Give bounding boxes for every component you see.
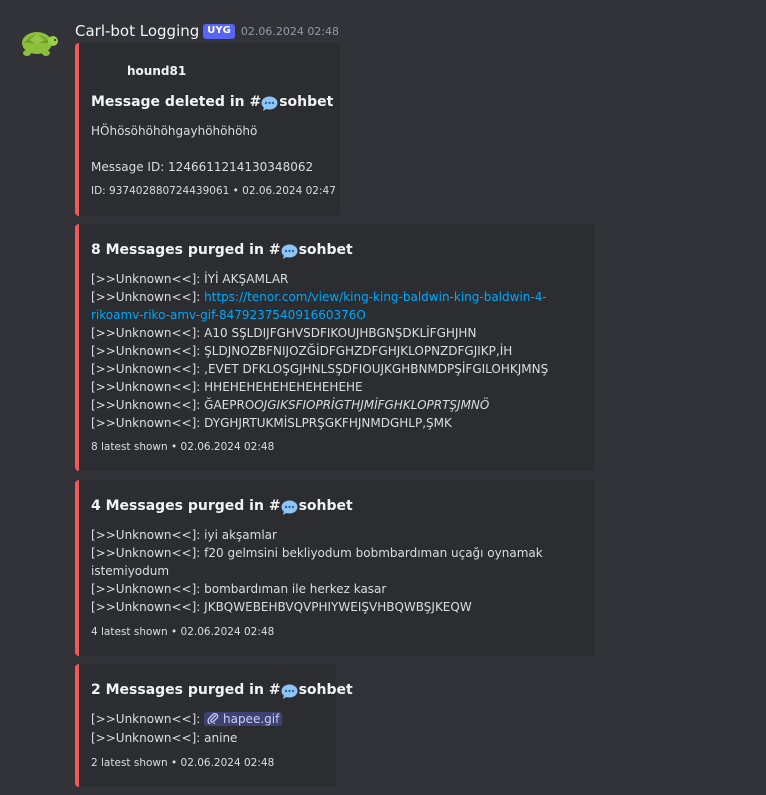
channel-name[interactable]: sohbet	[299, 682, 353, 698]
embed-purged-2: 2 Messages purged in # sohbet [>>Unknown…	[75, 664, 353, 787]
list-item: [>>Unknown<<]: f20 gelmsini bekliyodum b…	[91, 546, 543, 560]
speech-bubble-icon	[281, 500, 298, 515]
author-name[interactable]: Carl-bot Logging	[75, 22, 199, 40]
list-item: [>>Unknown<<]: bombardıman ile herkez ka…	[91, 582, 387, 596]
list-item: [>>Unknown<<]: HHEHEHEHEHEHEHEHEHE	[91, 380, 363, 394]
paperclip-icon	[207, 711, 219, 726]
speech-bubble-icon	[261, 96, 278, 111]
bot-avatar-turtle-icon[interactable]	[16, 24, 60, 60]
embed-purged-4: 4 Messages purged in # sohbet [>>Unknown…	[75, 480, 595, 656]
purged-message-list: [>>Unknown<<]: iyi akşamlar [>>Unknown<<…	[91, 526, 543, 616]
list-item: [>>Unknown<<]: ŞLDJNOZBFNIJOZĞİDFGHZDFGH…	[91, 344, 513, 358]
app-tag-badge: UYG	[203, 23, 235, 39]
list-item: [>>Unknown<<]: ĞAEPROOJGIKSFIOPRİGTHJMİF…	[91, 398, 490, 412]
list-item: [>>Unknown<<]: iyi akşamlar	[91, 528, 277, 542]
embed-title: 2 Messages purged in # sohbet	[91, 682, 353, 699]
message-timestamp[interactable]: 02.06.2024 02:48	[241, 25, 339, 38]
embed-purged-8: 8 Messages purged in # sohbet [>>Unknown…	[75, 224, 595, 471]
purged-message-list: [>>Unknown<<]: hapee.gif [>>Unknown<<]: …	[91, 710, 283, 747]
channel-name[interactable]: sohbet	[279, 94, 333, 110]
embed-message-deleted: hound81 Message deleted in # sohbet HÖhö…	[75, 43, 340, 216]
embed-footer: 2 latest shown • 02.06.2024 02:48	[91, 757, 275, 769]
embed-author[interactable]: hound81	[127, 64, 186, 78]
deleted-message-content: HÖhösöhöhöhgayhöhöhöhö	[91, 124, 258, 138]
channel-name[interactable]: sohbet	[299, 498, 353, 514]
embed-title: 8 Messages purged in # sohbet	[91, 242, 353, 259]
channel-name[interactable]: sohbet	[299, 242, 353, 258]
message-header: Carl-bot Logging UYG 02.06.2024 02:48	[75, 21, 339, 41]
embed-title: 4 Messages purged in # sohbet	[91, 498, 353, 515]
list-item-continued: rikoamv-riko-amv-gif-847923754091660376О	[91, 306, 548, 324]
attachment-link[interactable]: hapee.gif	[204, 711, 283, 726]
embed-footer: 8 latest shown • 02.06.2024 02:48	[91, 441, 275, 453]
list-item: [>>Unknown<<]: anine	[91, 731, 238, 745]
list-item: [>>Unknown<<]: DYGHJRTUKMİSLPRŞGKFHJNMDG…	[91, 416, 452, 430]
message-id: Message ID: 1246611214130348062	[91, 160, 314, 174]
list-item-continued: istemiyodum	[91, 564, 170, 578]
list-item: [>>Unknown<<]: https://tenor.com/view/ki…	[91, 290, 547, 304]
embed-footer: 4 latest shown • 02.06.2024 02:48	[91, 626, 275, 638]
embed-title: Message deleted in # sohbet	[91, 94, 334, 111]
speech-bubble-icon	[281, 244, 298, 259]
tenor-link[interactable]: https://tenor.com/view/king-king-baldwin…	[204, 290, 547, 304]
list-item: [>>Unknown<<]: ,EVET DFKLOŞGJHNLSŞDFIOUJ…	[91, 362, 549, 376]
speech-bubble-icon	[281, 684, 298, 699]
list-item: [>>Unknown<<]: İYİ AKŞAMLAR	[91, 272, 289, 286]
list-item: [>>Unknown<<]: A10 SŞLDIJFGHVSDFIKOUJHBG…	[91, 326, 477, 340]
embed-footer: ID: 937402880724439061 • 02.06.2024 02:4…	[91, 185, 336, 197]
purged-message-list: [>>Unknown<<]: İYİ AKŞAMLAR [>>Unknown<<…	[91, 270, 548, 432]
list-item: [>>Unknown<<]: hapee.gif	[91, 710, 283, 729]
tenor-link-continued[interactable]: rikoamv-riko-amv-gif-847923754091660376О	[91, 308, 366, 322]
list-item: [>>Unknown<<]: JKBQWEBEHBVQVPHIYWEIŞVHBQ…	[91, 600, 472, 614]
